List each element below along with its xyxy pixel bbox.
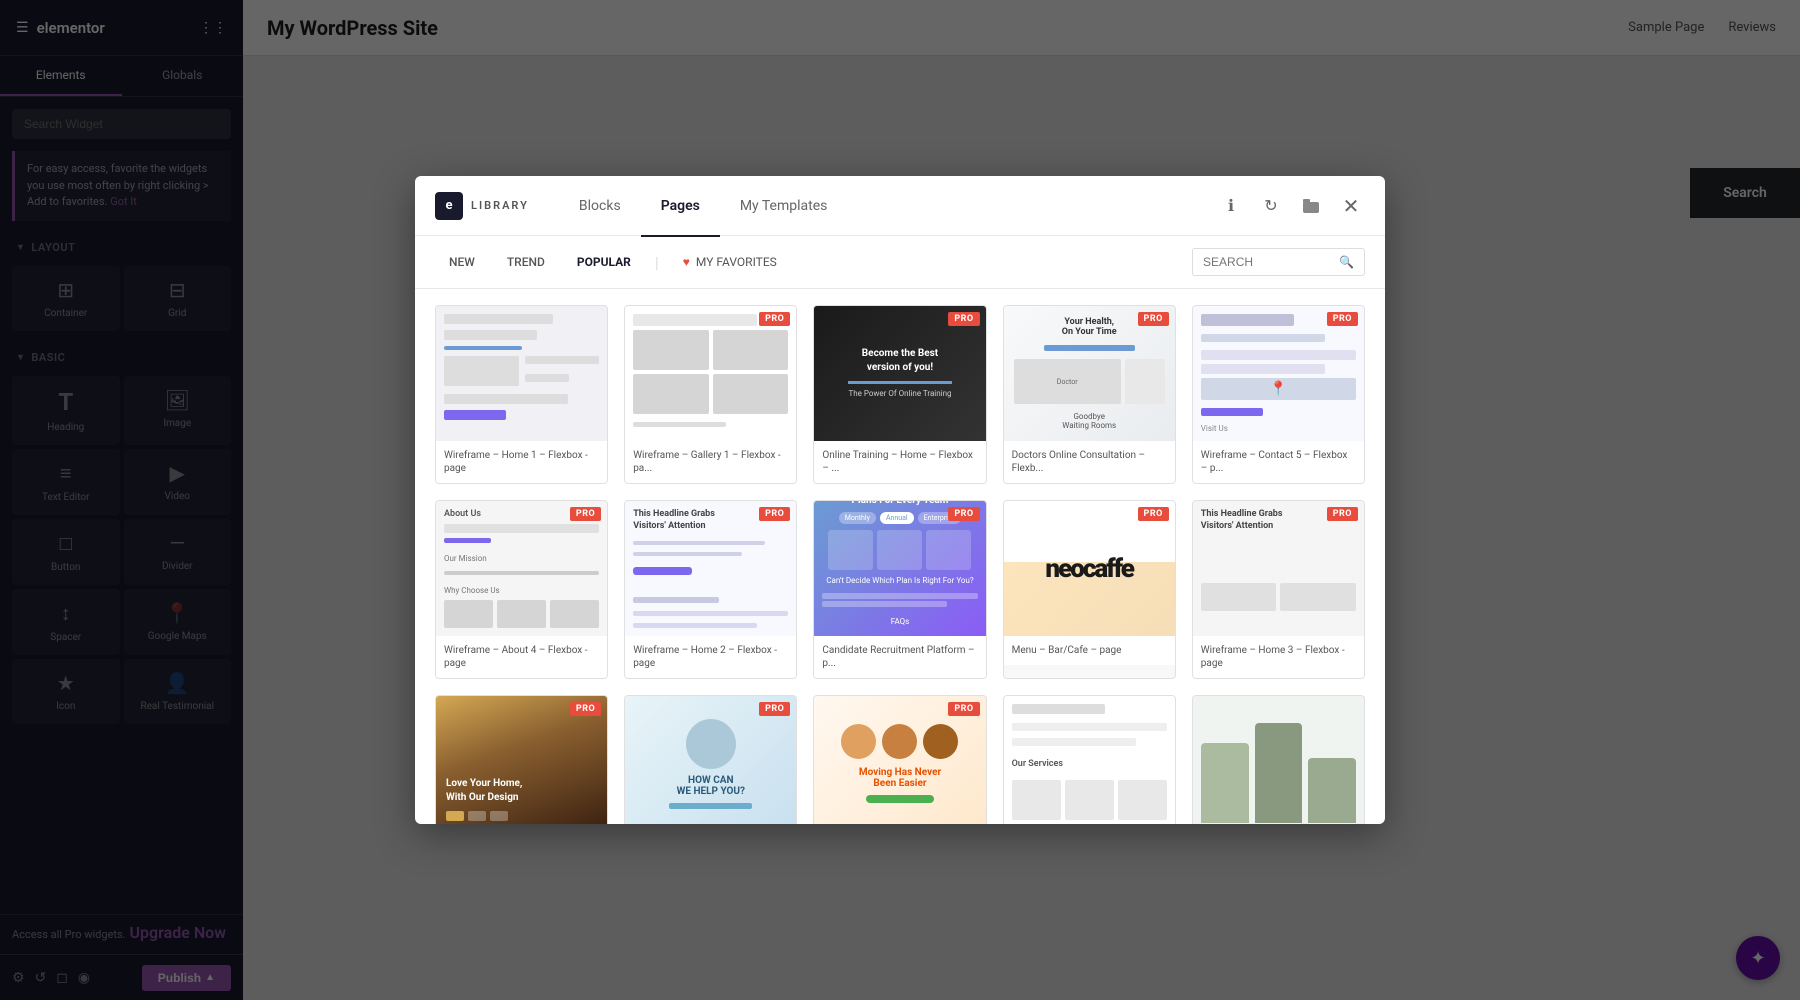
modal-overlay: e LIBRARY Blocks Pages My Templates ℹ ↻ … [0,0,1800,1000]
pro-badge-7: PRO [759,507,790,521]
template-thumb-2: PRO [625,306,796,441]
tab-my-templates[interactable]: My Templates [720,177,848,237]
template-label-2: Wireframe – Gallery 1 – Flexbox - pa... [625,441,796,483]
template-thumb-12: PRO HOW CANWE HELP YOU? [625,696,796,824]
filter-divider: | [655,253,659,272]
template-thumb-4: PRO Your Health,On Your Time Doctor Good… [1004,306,1175,441]
template-card-13[interactable]: PRO Moving Has NeverBeen Easier Moving –… [813,695,986,824]
pro-badge-10: PRO [1327,507,1358,521]
template-label-5: Wireframe – Contact 5 – Flexbox – p... [1193,441,1364,483]
template-library-modal: e LIBRARY Blocks Pages My Templates ℹ ↻ … [415,176,1385,824]
template-label-3: Online Training – Home – Flexbox – ... [814,441,985,483]
filter-new[interactable]: NEW [435,249,489,275]
favorites-label: MY FAVORITES [696,255,777,269]
template-label-4: Doctors Online Consultation – Flexb... [1004,441,1175,483]
tab-blocks[interactable]: Blocks [559,177,641,237]
pro-badge-5: PRO [1327,312,1358,326]
heart-icon: ♥ [683,255,690,269]
template-thumb-1 [436,306,607,441]
template-card-5[interactable]: PRO 📍 Visit Us Wireframe – Cont [1192,305,1365,484]
map-pin-icon: 📍 [1270,381,1287,397]
template-card-8[interactable]: PRO Plans For Every Team Monthly Annual … [813,500,986,679]
template-label-6: Wireframe – About 4 – Flexbox - page [436,636,607,678]
template-label-10: Wireframe – Home 3 – Flexbox - page [1193,636,1364,678]
filter-popular[interactable]: POPULAR [563,249,645,275]
template-thumb-10: PRO This Headline GrabsVisitors' Attenti… [1193,501,1364,636]
template-card-7[interactable]: PRO This Headline GrabsVisitors' Attenti… [624,500,797,679]
template-search-input[interactable] [1203,255,1333,269]
pro-badge-12: PRO [759,702,790,716]
template-card-11[interactable]: PRO Love Your Home,With Our Design Inter… [435,695,608,824]
template-card-6[interactable]: PRO About Us Our Mission Why Choose Us [435,500,608,679]
modal-logo: e LIBRARY [435,192,529,220]
pro-badge-6: PRO [570,507,601,521]
template-label-8: Candidate Recruitment Platform – p... [814,636,985,678]
template-thumb-7: PRO This Headline GrabsVisitors' Attenti… [625,501,796,636]
template-card-2[interactable]: PRO Wireframe – Gallery 1 – Flexbox - pa… [624,305,797,484]
pro-badge-2: PRO [759,312,790,326]
template-card-15[interactable]: People – page [1192,695,1365,824]
modal-content: Wireframe – Home 1 – Flexbox - page PRO [415,289,1385,824]
favorites-button[interactable]: ♥ MY FAVORITES [669,249,791,275]
template-thumb-9: PRO neocaffe [1004,501,1175,636]
filter-trend[interactable]: TREND [493,249,559,275]
template-thumb-13: PRO Moving Has NeverBeen Easier [814,696,985,824]
template-card-12[interactable]: PRO HOW CANWE HELP YOU? Counselor – Home… [624,695,797,824]
template-card-1[interactable]: Wireframe – Home 1 – Flexbox - page [435,305,608,484]
templates-grid: Wireframe – Home 1 – Flexbox - page PRO [435,305,1365,824]
pro-badge-3: PRO [948,312,979,326]
template-label-7: Wireframe – Home 2 – Flexbox - page [625,636,796,678]
template-card-9[interactable]: PRO neocaffe Menu – Bar/Cafe – page [1003,500,1176,679]
template-thumb-5: PRO 📍 Visit Us [1193,306,1364,441]
pro-badge-11: PRO [570,702,601,716]
template-thumb-14: Our Services [1004,696,1175,824]
search-box: 🔍 [1192,248,1365,276]
modal-logo-icon: e [435,192,463,220]
modal-close-button[interactable]: ✕ [1337,192,1365,220]
search-icon: 🔍 [1339,255,1354,269]
modal-header-actions: ℹ ↻ ✕ [1217,192,1365,220]
pro-badge-9: PRO [1138,507,1169,521]
template-card-4[interactable]: PRO Your Health,On Your Time Doctor Good… [1003,305,1176,484]
pro-badge-8: PRO [948,507,979,521]
modal-filter-bar: NEW TREND POPULAR | ♥ MY FAVORITES 🔍 [415,236,1385,289]
modal-tabs: Blocks Pages My Templates [559,176,1217,236]
template-label-9: Menu – Bar/Cafe – page [1004,636,1175,665]
template-card-3[interactable]: PRO Become the Bestversion of you! The P… [813,305,986,484]
modal-logo-text: LIBRARY [471,199,529,212]
pro-badge-13: PRO [948,702,979,716]
info-button[interactable]: ℹ [1217,192,1245,220]
template-thumb-11: PRO Love Your Home,With Our Design [436,696,607,824]
template-card-14[interactable]: Our Services Our Services – page [1003,695,1176,824]
template-thumb-15 [1193,696,1364,824]
template-card-10[interactable]: PRO This Headline GrabsVisitors' Attenti… [1192,500,1365,679]
template-thumb-3: PRO Become the Bestversion of you! The P… [814,306,985,441]
template-thumb-8: PRO Plans For Every Team Monthly Annual … [814,501,985,636]
modal-header: e LIBRARY Blocks Pages My Templates ℹ ↻ … [415,176,1385,236]
pro-badge-4: PRO [1138,312,1169,326]
folder-button[interactable] [1297,192,1325,220]
template-thumb-6: PRO About Us Our Mission Why Choose Us [436,501,607,636]
tab-pages[interactable]: Pages [641,177,720,237]
template-label-1: Wireframe – Home 1 – Flexbox - page [436,441,607,483]
refresh-button[interactable]: ↻ [1257,192,1285,220]
